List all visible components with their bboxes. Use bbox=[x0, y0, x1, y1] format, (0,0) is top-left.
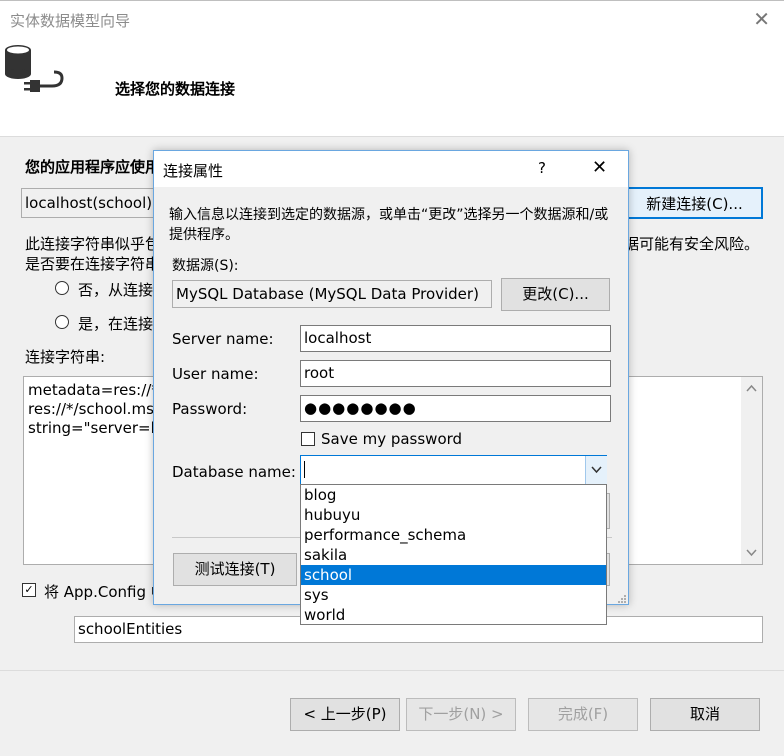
radio-no-label: 否，从连接 bbox=[78, 281, 154, 299]
dropdown-item-school[interactable]: school bbox=[301, 565, 606, 585]
datasource-value: MySQL Database (MySQL Data Provider) bbox=[176, 285, 479, 303]
finish-label: 完成(F) bbox=[557, 705, 609, 723]
save-password-label: Save my password bbox=[321, 430, 463, 448]
prev-button[interactable]: < 上一步(P) bbox=[290, 698, 400, 731]
save-config-label: 将 App.Config 中 bbox=[44, 583, 166, 601]
dialog-title-bar: 连接属性 ? ✕ bbox=[154, 151, 628, 187]
dialog-title: 连接属性 bbox=[163, 162, 224, 180]
scroll-arrows-icon bbox=[746, 384, 757, 557]
dropdown-item-performance-schema[interactable]: performance_schema bbox=[301, 525, 606, 545]
footer-divider bbox=[0, 670, 784, 671]
database-combobox[interactable] bbox=[300, 455, 607, 485]
next-button[interactable]: 下一步(N) > bbox=[406, 698, 516, 731]
entities-name-value: schoolEntities bbox=[78, 620, 183, 638]
user-label: User name: bbox=[172, 365, 259, 383]
password-input[interactable]: ●●●●●●●● bbox=[300, 395, 611, 422]
chevron-down-icon bbox=[591, 466, 602, 474]
user-input[interactable]: root bbox=[300, 360, 611, 387]
dropdown-item-blog[interactable]: blog bbox=[301, 485, 606, 505]
database-label: Database name: bbox=[172, 463, 296, 481]
help-icon[interactable]: ? bbox=[538, 159, 546, 177]
password-value: ●●●●●●●● bbox=[304, 399, 417, 417]
wizard-header: 选择您的数据连接 bbox=[0, 38, 784, 137]
new-connection-label: 新建连接(C)... bbox=[646, 195, 743, 213]
prev-label: < 上一步(P) bbox=[303, 705, 387, 723]
radio-yes[interactable] bbox=[55, 315, 69, 329]
server-value: localhost bbox=[304, 329, 372, 347]
database-dropdown-list: blog hubuyu performance_schema sakila sc… bbox=[300, 484, 607, 625]
scrollbar[interactable] bbox=[741, 377, 762, 564]
radio-no[interactable] bbox=[55, 281, 69, 295]
change-label: 更改(C)... bbox=[522, 285, 589, 303]
dialog-close-icon[interactable]: ✕ bbox=[592, 157, 607, 178]
radio-yes-label: 是，在连接 bbox=[78, 315, 154, 333]
close-icon[interactable]: ✕ bbox=[753, 7, 770, 31]
cancel-label: 取消 bbox=[689, 705, 720, 723]
finish-button[interactable]: 完成(F) bbox=[528, 698, 638, 731]
dropdown-item-sakila[interactable]: sakila bbox=[301, 545, 606, 565]
save-config-checkbox[interactable]: ✓ bbox=[22, 583, 36, 597]
change-button[interactable]: 更改(C)... bbox=[501, 278, 610, 311]
cancel-button[interactable]: 取消 bbox=[650, 698, 760, 731]
database-plug-icon bbox=[5, 45, 64, 92]
resize-grip-icon[interactable] bbox=[618, 594, 627, 603]
server-input[interactable]: localhost bbox=[300, 325, 611, 352]
connection-string-label: 连接字符串: bbox=[25, 348, 106, 366]
dialog-instruction: 输入信息以连接到选定的数据源，或单击“更改”选择另一个数据源和/或提供程序。 bbox=[169, 207, 609, 243]
next-label: 下一步(N) > bbox=[418, 705, 504, 723]
window-title-bar: 实体数据模型向导 ✕ bbox=[0, 0, 784, 39]
warning-text-1: 此连接字符串似乎包 bbox=[25, 235, 161, 253]
connection-question: 您的应用程序应使用 bbox=[25, 158, 161, 176]
text-caret bbox=[304, 461, 305, 478]
dropdown-item-world[interactable]: world bbox=[301, 605, 606, 625]
warning-text-1-tail: 据可能有安全风险。 bbox=[624, 235, 760, 253]
warning-text-2: 是否要在连接字符串 bbox=[25, 255, 161, 273]
password-label: Password: bbox=[172, 400, 248, 418]
datasource-field: MySQL Database (MySQL Data Provider) bbox=[172, 280, 492, 308]
test-connection-label: 测试连接(T) bbox=[194, 560, 276, 578]
dropdown-item-hubuyu[interactable]: hubuyu bbox=[301, 505, 606, 525]
dropdown-button[interactable] bbox=[585, 456, 607, 484]
server-label: Server name: bbox=[172, 330, 274, 348]
connection-select[interactable]: localhost(school)2 bbox=[21, 188, 171, 218]
user-value: root bbox=[304, 364, 335, 382]
window-title: 实体数据模型向导 bbox=[10, 12, 131, 30]
dropdown-item-sys[interactable]: sys bbox=[301, 585, 606, 605]
connection-value: localhost(school)2 bbox=[25, 194, 162, 212]
header-title: 选择您的数据连接 bbox=[115, 80, 236, 98]
save-password-checkbox[interactable] bbox=[301, 432, 315, 446]
new-connection-button[interactable]: 新建连接(C)... bbox=[612, 187, 763, 219]
test-connection-button[interactable]: 测试连接(T) bbox=[173, 553, 297, 586]
datasource-label: 数据源(S): bbox=[172, 258, 239, 274]
